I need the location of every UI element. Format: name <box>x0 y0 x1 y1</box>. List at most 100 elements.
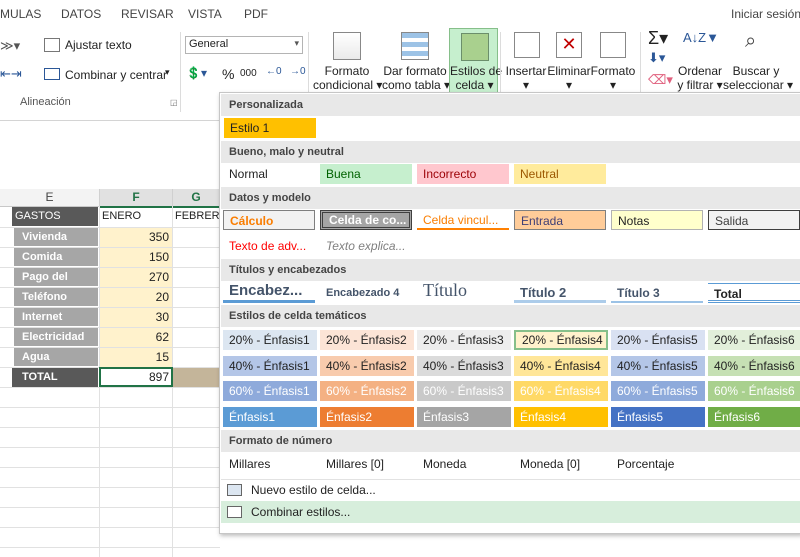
row-value[interactable]: 350 <box>100 228 172 247</box>
style-20-accent3[interactable]: 20% - Énfasis3 <box>417 330 511 350</box>
decrease-decimal-icon[interactable]: →0 <box>290 66 306 77</box>
style-percent[interactable]: Porcentaje <box>611 454 703 474</box>
total-value-cell[interactable]: 897 <box>99 367 173 387</box>
row-value[interactable]: 150 <box>100 248 172 267</box>
style-total[interactable]: Total <box>708 283 800 303</box>
header-cell-gastos[interactable]: GASTOS <box>12 207 98 226</box>
row-value[interactable]: 62 <box>100 328 172 347</box>
orientation-icon[interactable]: ≫▾ <box>0 38 20 54</box>
style-heading-1[interactable]: Encabez... <box>223 281 315 303</box>
style-warning-text[interactable]: Texto de adv... <box>223 236 315 256</box>
style-custom-1[interactable]: Estilo 1 <box>224 118 316 138</box>
style-20-accent2[interactable]: 20% - Énfasis2 <box>320 330 414 350</box>
style-heading-2[interactable]: Título 2 <box>514 283 606 303</box>
style-60-accent2[interactable]: 60% - Énfasis2 <box>320 381 414 401</box>
row-label[interactable]: Vivienda <box>14 228 98 246</box>
thousands-button[interactable]: 000 <box>240 68 257 79</box>
style-60-accent6[interactable]: 60% - Énfasis6 <box>708 381 800 401</box>
style-40-accent3[interactable]: 40% - Énfasis3 <box>417 356 511 376</box>
row-label[interactable]: Internet <box>14 308 98 326</box>
tab-pdf[interactable]: PDF <box>244 7 268 21</box>
style-check-cell[interactable]: Celda de co... <box>320 210 412 230</box>
dialog-launcher-icon[interactable]: ◲ <box>170 98 178 107</box>
merge-styles-item[interactable]: Combinar estilos... <box>221 501 800 523</box>
wrap-text-button[interactable]: Ajustar texto <box>65 38 132 52</box>
tab-data[interactable]: DATOS <box>61 7 101 21</box>
style-heading-4[interactable]: Encabezado 4 <box>320 283 412 303</box>
number-format-select[interactable]: General ▾ <box>185 36 303 54</box>
sort-filter-button[interactable]: Ordenar y filtrar ▾ <box>672 64 728 92</box>
delete-button[interactable]: Eliminar ▾ <box>546 64 592 92</box>
style-output[interactable]: Salida <box>708 210 800 230</box>
column-header-e[interactable]: E <box>0 189 100 207</box>
format-button[interactable]: Formato ▾ <box>590 64 636 92</box>
new-cell-style-item[interactable]: Nuevo estilo de celda... <box>221 479 800 501</box>
style-note[interactable]: Notas <box>611 210 703 230</box>
row-label[interactable]: Comida <box>14 248 98 266</box>
style-accent1[interactable]: Énfasis1 <box>223 407 317 427</box>
style-60-accent3[interactable]: 60% - Énfasis3 <box>417 381 511 401</box>
style-40-accent2[interactable]: 40% - Énfasis2 <box>320 356 414 376</box>
row-label[interactable]: Electricidad <box>14 328 98 346</box>
style-20-accent1[interactable]: 20% - Énfasis1 <box>223 330 317 350</box>
conditional-format-button[interactable]: Formato condicional ▾ <box>313 64 382 92</box>
style-20-accent5[interactable]: 20% - Énfasis5 <box>611 330 705 350</box>
style-input[interactable]: Entrada <box>514 210 606 230</box>
style-title[interactable]: Título <box>417 279 509 303</box>
merge-dropdown-arrow[interactable]: ▾ <box>165 67 170 78</box>
style-bad[interactable]: Incorrecto <box>417 164 509 184</box>
row-value[interactable]: 30 <box>100 308 172 327</box>
style-60-accent4[interactable]: 60% - Énfasis4 <box>514 381 608 401</box>
total-g-cell[interactable] <box>173 368 219 387</box>
tab-formulas[interactable]: MULAS <box>0 7 41 21</box>
fill-icon[interactable]: ⬇▾ <box>648 50 665 66</box>
style-accent6[interactable]: Énfasis6 <box>708 407 800 427</box>
cell-styles-button[interactable]: Estilos de celda ▾ <box>449 28 502 93</box>
style-accent3[interactable]: Énfasis3 <box>417 407 511 427</box>
row-value[interactable]: 20 <box>100 288 172 307</box>
percent-button[interactable]: % <box>222 66 234 82</box>
style-normal[interactable]: Normal <box>223 164 315 184</box>
style-linked-cell[interactable]: Celda vincul... <box>417 210 509 230</box>
column-header-g[interactable]: G <box>173 189 220 208</box>
tab-view[interactable]: VISTA <box>188 7 222 21</box>
format-as-table-button[interactable]: Dar formato como tabla ▾ <box>382 64 450 92</box>
style-neutral[interactable]: Neutral <box>514 164 606 184</box>
style-40-accent4[interactable]: 40% - Énfasis4 <box>514 356 608 376</box>
insert-button[interactable]: Insertar ▾ <box>504 64 548 92</box>
indent-icon[interactable]: ⇤⇥ <box>0 66 22 82</box>
style-accent4[interactable]: Énfasis4 <box>514 407 608 427</box>
merge-center-button[interactable]: Combinar y centrar <box>65 68 167 82</box>
style-comma[interactable]: Millares <box>223 454 315 474</box>
style-40-accent6[interactable]: 40% - Énfasis6 <box>708 356 800 376</box>
style-comma-0[interactable]: Millares [0] <box>320 454 412 474</box>
style-60-accent1[interactable]: 60% - Énfasis1 <box>223 381 317 401</box>
tab-review[interactable]: REVISAR <box>121 7 174 21</box>
increase-decimal-icon[interactable]: ←0 <box>266 66 282 77</box>
style-heading-3[interactable]: Título 3 <box>611 283 703 303</box>
row-label[interactable]: Agua <box>14 348 98 366</box>
currency-icon[interactable]: 💲▾ <box>186 66 207 80</box>
style-currency[interactable]: Moneda <box>417 454 509 474</box>
style-20-accent4[interactable]: 20% - Énfasis4 <box>514 330 608 350</box>
autosum-icon[interactable]: Σ▾ <box>648 28 668 49</box>
style-40-accent1[interactable]: 40% - Énfasis1 <box>223 356 317 376</box>
column-header-f[interactable]: F <box>100 189 173 208</box>
style-accent2[interactable]: Énfasis2 <box>320 407 414 427</box>
find-select-button[interactable]: Buscar y seleccionar ▾ <box>723 64 793 92</box>
row-value[interactable]: 270 <box>100 268 172 287</box>
style-calculation[interactable]: Cálculo <box>223 210 315 230</box>
signin-link[interactable]: Iniciar sesión <box>731 7 800 21</box>
style-60-accent5[interactable]: 60% - Énfasis5 <box>611 381 705 401</box>
header-cell-febrero[interactable]: FEBRERO <box>175 207 219 226</box>
style-explanatory-text[interactable]: Texto explica... <box>320 236 412 256</box>
style-currency-0[interactable]: Moneda [0] <box>514 454 606 474</box>
row-label[interactable]: Pago del coche <box>14 268 98 301</box>
style-good[interactable]: Buena <box>320 164 412 184</box>
total-label-cell[interactable]: TOTAL <box>12 368 98 387</box>
row-label[interactable]: Teléfono móvil <box>14 288 98 321</box>
clear-icon[interactable]: ⌫▾ <box>648 72 673 88</box>
style-20-accent6[interactable]: 20% - Énfasis6 <box>708 330 800 350</box>
style-40-accent5[interactable]: 40% - Énfasis5 <box>611 356 705 376</box>
row-value[interactable]: 15 <box>100 348 172 367</box>
